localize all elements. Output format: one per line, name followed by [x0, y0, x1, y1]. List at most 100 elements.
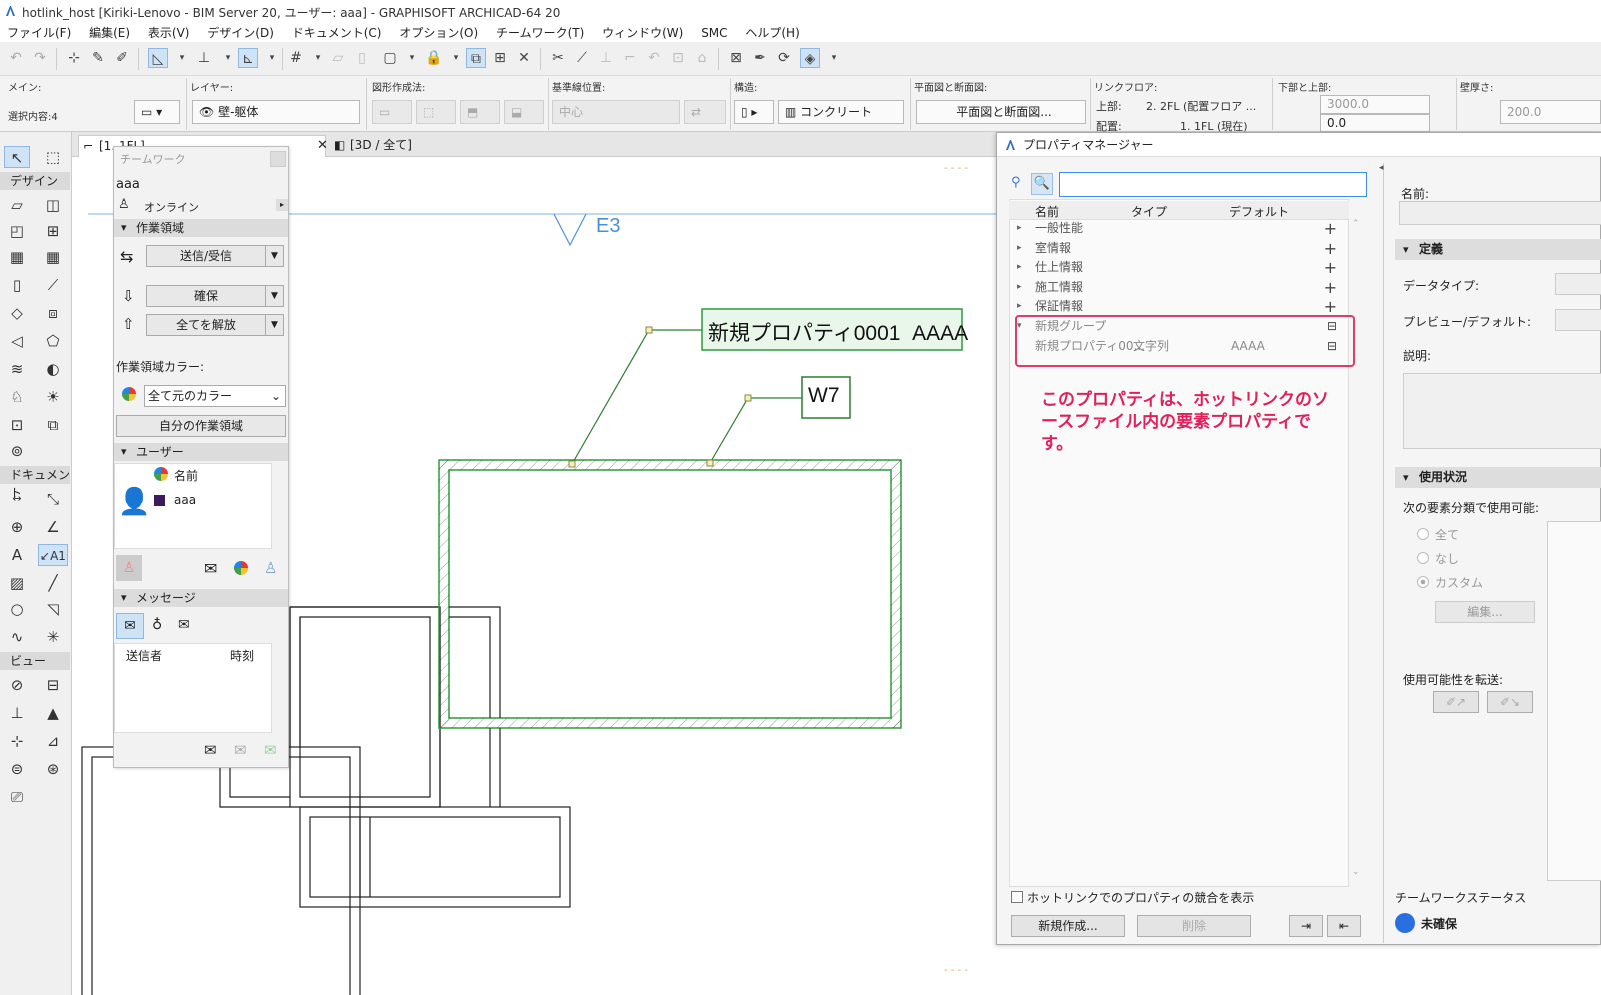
circle-tool-icon[interactable]: ○: [4, 598, 30, 620]
chevron-down-icon[interactable]: ▾: [402, 48, 422, 68]
top-link-value[interactable]: 2. 2FL (配置フロア ...: [1146, 98, 1256, 114]
add-icon[interactable]: +: [1324, 239, 1337, 258]
column-type-header[interactable]: タイプ: [1131, 203, 1167, 220]
user-row-name[interactable]: aaa: [174, 493, 196, 507]
chevron-down-icon[interactable]: ▾: [218, 48, 238, 68]
chevron-down-icon[interactable]: ▾: [824, 48, 844, 68]
menu-edit[interactable]: 編集(E): [82, 22, 137, 41]
property-group-row[interactable]: ▸ 仕上情報 +: [1009, 258, 1345, 277]
compose-message-icon[interactable]: ✉: [204, 741, 217, 759]
window-id-label[interactable]: W7: [808, 384, 840, 408]
color-wheel-icon[interactable]: [234, 561, 248, 575]
grid-tool-icon[interactable]: ⊜: [4, 758, 30, 780]
radio-custom[interactable]: [1417, 576, 1429, 588]
elevation-tool-icon[interactable]: ⊟: [40, 674, 66, 696]
offset-icon[interactable]: ⊡: [668, 48, 688, 68]
geometry-curved-icon[interactable]: ⬓: [504, 100, 544, 124]
lock-icon[interactable]: 🔒: [424, 48, 444, 68]
dimension-icon[interactable]: ⊞: [490, 48, 510, 68]
window-tool-icon[interactable]: ⊞: [40, 220, 66, 242]
line-tool-icon[interactable]: ╱: [40, 572, 66, 594]
workspace-color-select[interactable]: 全て元のカラー ⌄: [144, 385, 286, 407]
property-name-field[interactable]: [1399, 201, 1601, 225]
reference-flip-icon[interactable]: ⇄: [684, 100, 726, 124]
export-icon[interactable]: ⇤: [1327, 915, 1361, 937]
property-group-row[interactable]: ▸ 室情報 +: [1009, 239, 1345, 258]
lamp-tool-icon[interactable]: ☀: [40, 386, 66, 408]
close-icon[interactable]: ✕: [317, 136, 328, 156]
add-icon[interactable]: +: [1324, 278, 1337, 297]
pick-up-icon[interactable]: ⊹: [64, 48, 84, 68]
view-3d-icon[interactable]: ▢: [380, 48, 400, 68]
change-tool-icon[interactable]: ⊿: [40, 730, 66, 752]
data-type-select[interactable]: [1555, 273, 1601, 295]
mail-inbox-icon[interactable]: ✉: [116, 613, 144, 639]
layer-selector[interactable]: 👁 壁-躯体: [192, 100, 360, 124]
property-label-text[interactable]: 新規プロパティ0001 AAAA: [708, 317, 968, 347]
undo-icon[interactable]: ↶: [6, 48, 26, 68]
scroll-up-icon[interactable]: ⌃: [1352, 219, 1360, 229]
layer-icon[interactable]: ▱: [328, 48, 348, 68]
column-default-header[interactable]: デフォルト: [1229, 203, 1289, 220]
wall-type-selector[interactable]: ▭ ▾: [134, 100, 180, 124]
geometry-trapezoid-icon[interactable]: ⬚: [416, 100, 456, 124]
beam-tool-icon[interactable]: ⟋: [40, 274, 66, 296]
my-workspace-button[interactable]: 自分の作業領域: [116, 415, 286, 437]
detail-tool-icon[interactable]: ⊹: [4, 730, 30, 752]
cursor-snap-icon[interactable]: ⊾: [238, 48, 258, 68]
send-message-icon[interactable]: ✉: [204, 559, 217, 578]
curve-icon[interactable]: ↶: [644, 48, 664, 68]
spline-tool-icon[interactable]: ∿: [4, 626, 30, 648]
property-group-row[interactable]: ▸ 施工情報 +: [1009, 278, 1345, 297]
door-tool-icon[interactable]: ◰: [4, 220, 30, 242]
geometry-polygon-icon[interactable]: ⬒: [460, 100, 500, 124]
message-col-sender[interactable]: 送信者: [126, 647, 162, 664]
chevron-down-icon[interactable]: ▾: [308, 48, 328, 68]
guide-lines-icon[interactable]: ◺: [148, 48, 168, 68]
reference-line-selector[interactable]: 中心: [552, 100, 680, 124]
property-group-row[interactable]: ▸ 一般性能 +: [1009, 219, 1345, 238]
chevron-down-icon[interactable]: ▾: [446, 48, 466, 68]
height-bottom-field[interactable]: 0.0: [1320, 114, 1430, 132]
stair-tool-icon[interactable]: ≋: [4, 358, 30, 380]
syringe-icon[interactable]: ✐: [112, 48, 132, 68]
definition-section[interactable]: 定義: [1395, 239, 1601, 260]
fill-tool-icon[interactable]: ▨: [4, 572, 30, 594]
level-dim-tool-icon[interactable]: ⊕: [4, 516, 30, 538]
zone-tool-icon[interactable]: ⊡: [4, 414, 30, 436]
message-col-time[interactable]: 時刻: [230, 647, 254, 664]
structure-type-icon[interactable]: ▯ ▸: [734, 100, 774, 124]
mesh-tool-icon[interactable]: ⬠: [40, 330, 66, 352]
menu-smc[interactable]: SMC: [694, 24, 734, 40]
remove-user-icon[interactable]: ♙: [116, 555, 142, 581]
user-settings-icon[interactable]: ♙: [264, 559, 277, 577]
arrow-tool-icon[interactable]: ↖: [4, 146, 30, 168]
column-name-header[interactable]: 名前: [1035, 203, 1059, 220]
delete-button[interactable]: 削除: [1137, 915, 1251, 937]
curtain-wall-grid-icon[interactable]: ▦: [4, 246, 30, 268]
edit-classification-button[interactable]: 編集...: [1435, 601, 1535, 623]
hotspot-tool-icon[interactable]: ✳: [40, 626, 66, 648]
property-group-row[interactable]: ▸ 保証情報 +: [1009, 297, 1345, 316]
building-material-selector[interactable]: ▥ コンクリート: [778, 100, 904, 124]
floor-plan-settings-button[interactable]: 平面図と断面図...: [916, 100, 1086, 124]
marquee-tool-icon[interactable]: ⬚: [40, 146, 66, 168]
menu-view[interactable]: 表示(V): [141, 22, 197, 41]
shell-tool-icon[interactable]: ◁: [4, 330, 30, 352]
text-tool-icon[interactable]: A: [4, 544, 30, 566]
reservation-request-icon[interactable]: ♁: [152, 617, 162, 633]
transfer-to-icon[interactable]: ✐↗: [1433, 691, 1479, 713]
section-tool-icon[interactable]: ⊘: [4, 674, 30, 696]
movie-camera-icon[interactable]: ⎚: [4, 786, 30, 808]
reply-icon[interactable]: ✉: [234, 741, 247, 759]
menu-file[interactable]: ファイル(F): [0, 22, 78, 41]
users-section-header[interactable]: ユーザー: [114, 443, 288, 461]
send-receive-button[interactable]: 送信/受信: [146, 245, 266, 267]
geometry-straight-icon[interactable]: ▭: [372, 100, 412, 124]
pen-icon[interactable]: ✒: [750, 48, 770, 68]
usage-section[interactable]: 使用状況: [1395, 467, 1601, 488]
railing-tool-icon[interactable]: ◐: [40, 358, 66, 380]
chevron-down-icon[interactable]: ▾: [262, 48, 282, 68]
refresh-icon[interactable]: ⟳: [774, 48, 794, 68]
radio-none[interactable]: [1417, 552, 1429, 564]
